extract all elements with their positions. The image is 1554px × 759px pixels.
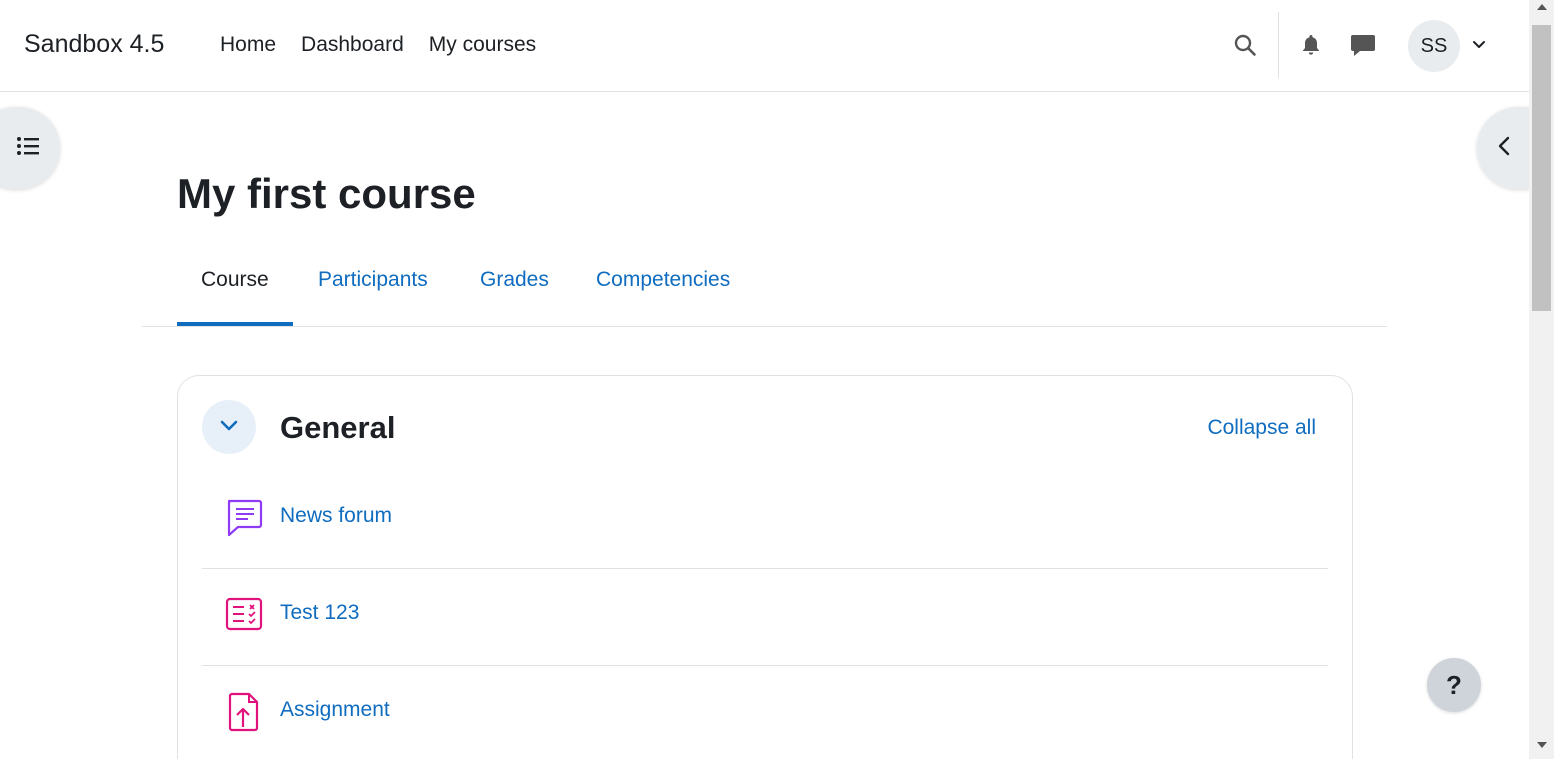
section-title: General bbox=[280, 410, 396, 445]
section-collapse-button[interactable] bbox=[202, 400, 256, 454]
chevron-left-icon bbox=[1495, 135, 1513, 162]
forum-icon bbox=[224, 498, 264, 538]
nav-my-courses[interactable]: My courses bbox=[429, 33, 536, 57]
help-button[interactable]: ? bbox=[1427, 658, 1481, 712]
tab-competencies[interactable]: Competencies bbox=[596, 268, 730, 292]
activity-link-test-123[interactable]: Test 123 bbox=[280, 601, 359, 625]
course-section-general: General Collapse all News forum Test 123… bbox=[177, 375, 1353, 759]
list-icon bbox=[16, 135, 40, 162]
course-tabs: Course Participants Grades Competencies bbox=[142, 250, 1387, 327]
quiz-icon bbox=[224, 595, 264, 635]
activity-item: Assignment bbox=[202, 666, 1328, 759]
assignment-icon bbox=[224, 692, 264, 732]
active-tab-indicator bbox=[177, 322, 293, 326]
tab-participants[interactable]: Participants bbox=[318, 268, 428, 292]
navbar: Sandbox 4.5 Home Dashboard My courses SS bbox=[0, 0, 1529, 92]
chevron-down-icon bbox=[218, 414, 240, 441]
primary-navigation: Home Dashboard My courses bbox=[220, 33, 536, 57]
site-brand[interactable]: Sandbox 4.5 bbox=[24, 30, 164, 59]
page-title: My first course bbox=[177, 170, 476, 217]
nav-dashboard[interactable]: Dashboard bbox=[301, 33, 404, 57]
activity-item: Test 123 bbox=[202, 569, 1328, 666]
chevron-down-icon[interactable] bbox=[1470, 36, 1488, 54]
activity-item: News forum bbox=[202, 472, 1328, 569]
tab-grades[interactable]: Grades bbox=[480, 268, 549, 292]
tab-course[interactable]: Course bbox=[201, 268, 269, 292]
scroll-up-arrow[interactable] bbox=[1537, 4, 1547, 10]
navbar-divider bbox=[1278, 12, 1279, 78]
bell-icon[interactable] bbox=[1298, 32, 1324, 58]
search-icon[interactable] bbox=[1232, 32, 1258, 58]
open-course-index-button[interactable] bbox=[0, 107, 60, 189]
nav-home[interactable]: Home bbox=[220, 33, 276, 57]
message-icon[interactable] bbox=[1350, 32, 1376, 58]
collapse-all-link[interactable]: Collapse all bbox=[1207, 416, 1316, 440]
activity-link-assignment[interactable]: Assignment bbox=[280, 698, 390, 722]
user-avatar[interactable]: SS bbox=[1408, 20, 1460, 72]
scroll-down-arrow[interactable] bbox=[1537, 742, 1547, 748]
activity-link-news-forum[interactable]: News forum bbox=[280, 504, 392, 528]
page-scrollbar[interactable] bbox=[1529, 0, 1554, 759]
scrollbar-thumb[interactable] bbox=[1532, 25, 1551, 311]
